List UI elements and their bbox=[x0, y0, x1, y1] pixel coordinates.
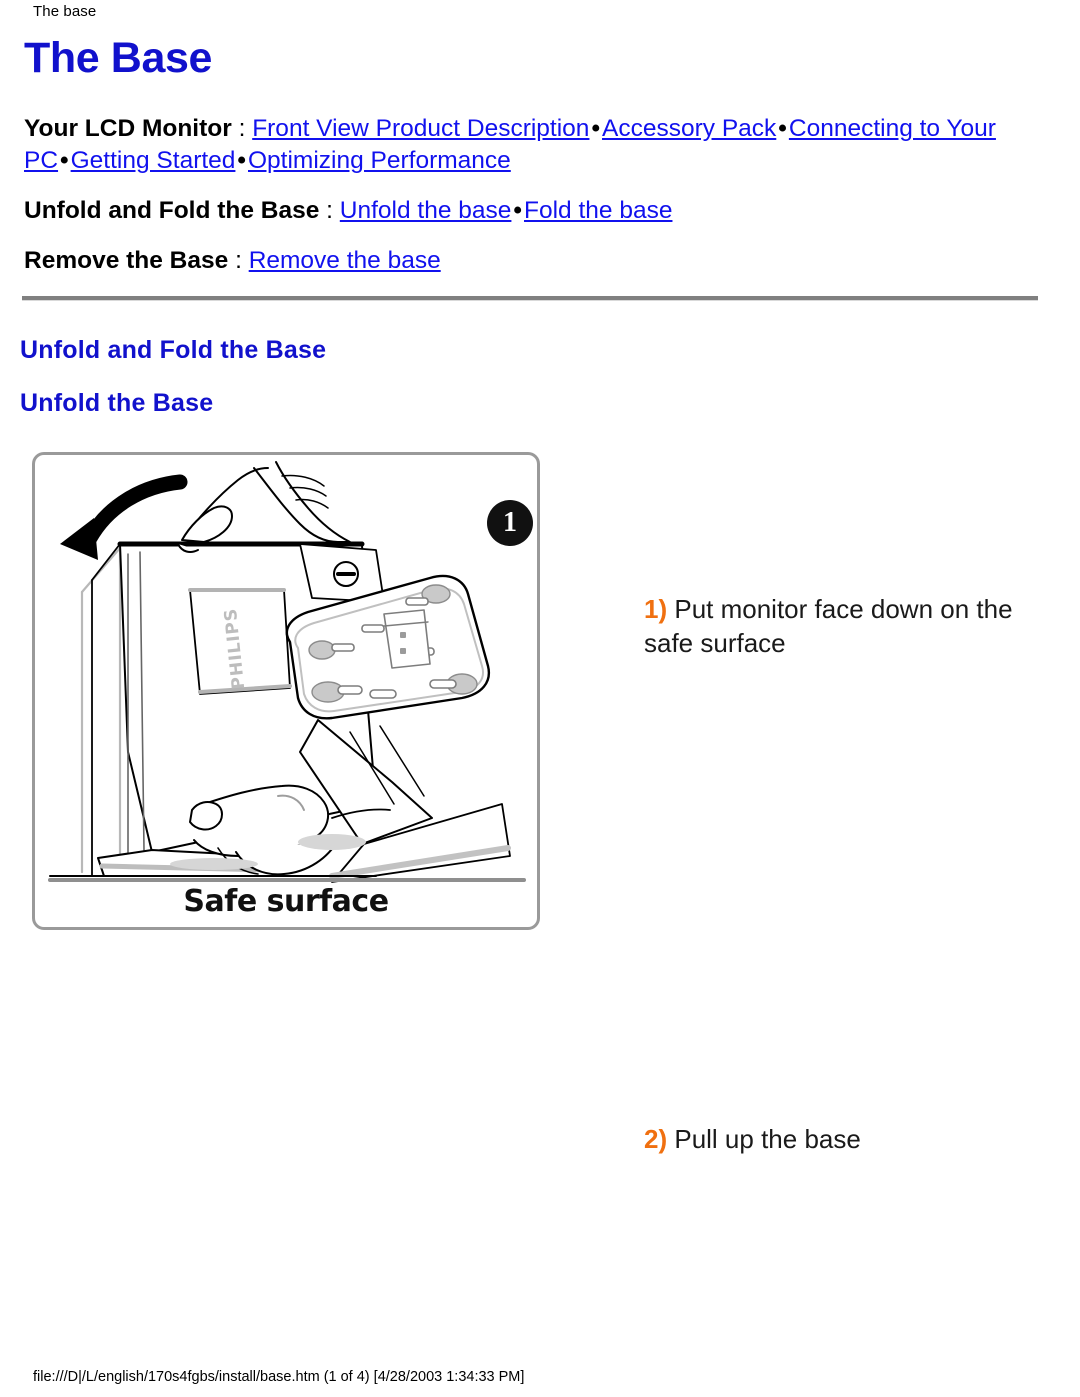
browser-print-footer: file:///D|/L/english/170s4fgbs/install/b… bbox=[33, 1369, 525, 1385]
step-text-1: 1) Put monitor face down on the safe sur… bbox=[644, 592, 1024, 660]
step-label-2: Pull up the base bbox=[667, 1124, 861, 1154]
link-front-view-product-description[interactable]: Front View Product Description bbox=[252, 115, 589, 142]
nav-label-your-lcd-monitor: Your LCD Monitor bbox=[24, 115, 232, 142]
nav-separator: • bbox=[591, 115, 601, 142]
browser-print-header: The base bbox=[33, 3, 97, 20]
nav-separator: • bbox=[60, 147, 69, 174]
step-text-2: 2) Pull up the base bbox=[644, 1122, 1024, 1156]
nav-label-remove-the-base: Remove the Base bbox=[24, 247, 229, 274]
nav-line-remove-the-base: Remove the Base : Remove the base bbox=[24, 245, 1036, 277]
subsection-heading-unfold-the-base: Unfold the Base bbox=[20, 389, 214, 417]
navigation-links: Your LCD Monitor : Front View Product De… bbox=[24, 113, 1036, 277]
link-remove-the-base[interactable]: Remove the base bbox=[249, 247, 441, 274]
link-optimizing-performance[interactable]: Optimizing Performance bbox=[248, 147, 511, 174]
horizontal-divider bbox=[22, 296, 1038, 301]
nav-separator: • bbox=[778, 115, 787, 142]
step-label-1: Put monitor face down on the safe surfac… bbox=[644, 594, 1013, 658]
step-badge-1: 1 bbox=[487, 500, 533, 546]
figure-caption-safe-surface: Safe surface bbox=[183, 884, 389, 919]
nav-colon-1: : bbox=[319, 197, 340, 224]
figure-unfold-the-base-step1: PHILIPS Safe surface bbox=[32, 452, 540, 930]
step-number-1: 1) bbox=[644, 594, 668, 624]
nav-colon-2: : bbox=[228, 247, 249, 274]
link-getting-started[interactable]: Getting Started bbox=[71, 147, 236, 174]
section-heading-unfold-and-fold-the-base: Unfold and Fold the Base bbox=[20, 336, 327, 364]
monitor-fold-illustration: PHILIPS bbox=[48, 461, 526, 883]
step-number-2: 2) bbox=[644, 1124, 668, 1154]
link-unfold-the-base[interactable]: Unfold the base bbox=[340, 197, 512, 224]
link-accessory-pack[interactable]: Accessory Pack bbox=[602, 115, 776, 142]
link-fold-the-base[interactable]: Fold the base bbox=[524, 197, 672, 224]
page-title: The Base bbox=[24, 34, 212, 82]
nav-line-unfold-and-fold-the-base: Unfold and Fold the Base : Unfold the ba… bbox=[24, 195, 1036, 227]
nav-label-unfold-and-fold-the-base: Unfold and Fold the Base bbox=[24, 197, 320, 224]
nav-colon-0: : bbox=[231, 115, 253, 142]
nav-separator: • bbox=[237, 147, 246, 174]
nav-line-your-lcd-monitor: Your LCD Monitor : Front View Product De… bbox=[24, 113, 1036, 177]
nav-separator: • bbox=[513, 197, 522, 224]
